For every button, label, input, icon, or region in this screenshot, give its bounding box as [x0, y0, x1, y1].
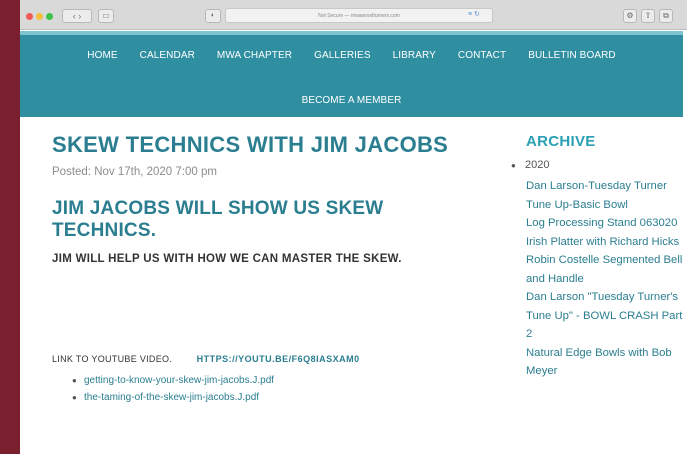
- archive-title: ARCHIVE: [526, 133, 596, 150]
- window-border: [0, 0, 20, 454]
- back-forward-buttons[interactable]: ‹ ›: [62, 9, 92, 23]
- archive-list: Dan Larson-Tuesday Turner Tune Up-Basic …: [526, 177, 686, 381]
- archive-year[interactable]: ● 2020: [511, 159, 549, 171]
- archive-year-label[interactable]: 2020: [525, 159, 549, 171]
- archive-item[interactable]: Irish Platter with Richard Hicks: [526, 233, 686, 252]
- attachment-link-text[interactable]: the-taming-of-the-skew-jim-jacobs.J.pdf: [84, 392, 259, 403]
- close-window-icon[interactable]: [26, 13, 33, 20]
- archive-item[interactable]: Dan Larson-Tuesday Turner Tune Up-Basic …: [526, 177, 686, 214]
- archive-item[interactable]: Dan Larson "Tuesday Turner's Tune Up" - …: [526, 288, 686, 344]
- address-bar[interactable]: Not Secure — mwawoodturners.com: [225, 8, 493, 23]
- tabs-icon[interactable]: ⧉: [659, 9, 673, 23]
- bullet-icon: ●: [72, 376, 77, 385]
- page-frame: ‹ › ▭ ◐ Not Secure — mwawoodturners.com …: [0, 0, 687, 454]
- site-header: HOME CALENDAR MWA CHAPTER GALLERIES LIBR…: [20, 31, 683, 117]
- attachment-link[interactable]: ● the-taming-of-the-skew-jim-jacobs.J.pdf: [72, 389, 274, 406]
- youtube-link[interactable]: HTTPS://YOUTU.BE/F6Q8IASXAM0: [197, 354, 360, 364]
- attachment-link-text[interactable]: getting-to-know-your-skew-jim-jacobs.J.p…: [84, 375, 274, 386]
- nav-bulletin-board[interactable]: BULLETIN BOARD: [517, 50, 627, 61]
- archive-item[interactable]: Natural Edge Bowls with Bob Meyer: [526, 344, 686, 381]
- settings-icon[interactable]: ⚙: [623, 9, 637, 23]
- post-subheading: JIM WILL HELP US WITH HOW WE CAN MASTER …: [52, 253, 402, 265]
- attachment-list: ● getting-to-know-your-skew-jim-jacobs.J.…: [72, 372, 274, 406]
- nav-become-a-member[interactable]: BECOME A MEMBER: [291, 95, 413, 106]
- post-heading: JIM JACOBS WILL SHOW US SKEW TECHNICS.: [52, 198, 384, 241]
- youtube-label: LINK TO YOUTUBE VIDEO.: [52, 354, 173, 364]
- nav-galleries[interactable]: GALLERIES: [303, 50, 381, 61]
- nav-library[interactable]: LIBRARY: [382, 50, 447, 61]
- attachment-link[interactable]: ● getting-to-know-your-skew-jim-jacobs.J.…: [72, 372, 274, 389]
- browser-toolbar: ‹ › ▭ ◐ Not Secure — mwawoodturners.com …: [20, 0, 687, 30]
- reader-icon[interactable]: ≡ ↻: [468, 10, 480, 18]
- header-accent-line: [20, 31, 683, 35]
- youtube-row: LINK TO YOUTUBE VIDEO. HTTPS://YOUTU.BE/…: [52, 349, 360, 367]
- nav-calendar[interactable]: CALENDAR: [129, 50, 206, 61]
- nav-mwa-chapter[interactable]: MWA CHAPTER: [206, 50, 303, 61]
- post-title: SKEW TECHNICS WITH JIM JACOBS: [52, 132, 449, 157]
- archive-item[interactable]: Robin Costelle Segmented Bell and Handle: [526, 251, 686, 288]
- zoom-window-icon[interactable]: [46, 13, 53, 20]
- nav-second-row: BECOME A MEMBER: [20, 90, 683, 108]
- bullet-icon: ●: [511, 161, 516, 170]
- main-navigation: HOME CALENDAR MWA CHAPTER GALLERIES LIBR…: [20, 50, 683, 61]
- minimize-window-icon[interactable]: [36, 13, 43, 20]
- share-icon[interactable]: ⇧: [641, 9, 655, 23]
- archive-item[interactable]: Log Processing Stand 063020: [526, 214, 686, 233]
- post-date: Posted: Nov 17th, 2020 7:00 pm: [52, 166, 217, 178]
- nav-contact[interactable]: CONTACT: [447, 50, 517, 61]
- nav-home[interactable]: HOME: [76, 50, 128, 61]
- shield-icon[interactable]: ◐: [205, 9, 221, 23]
- bullet-icon: ●: [72, 393, 77, 402]
- sidebar-icon[interactable]: ▭: [98, 9, 114, 23]
